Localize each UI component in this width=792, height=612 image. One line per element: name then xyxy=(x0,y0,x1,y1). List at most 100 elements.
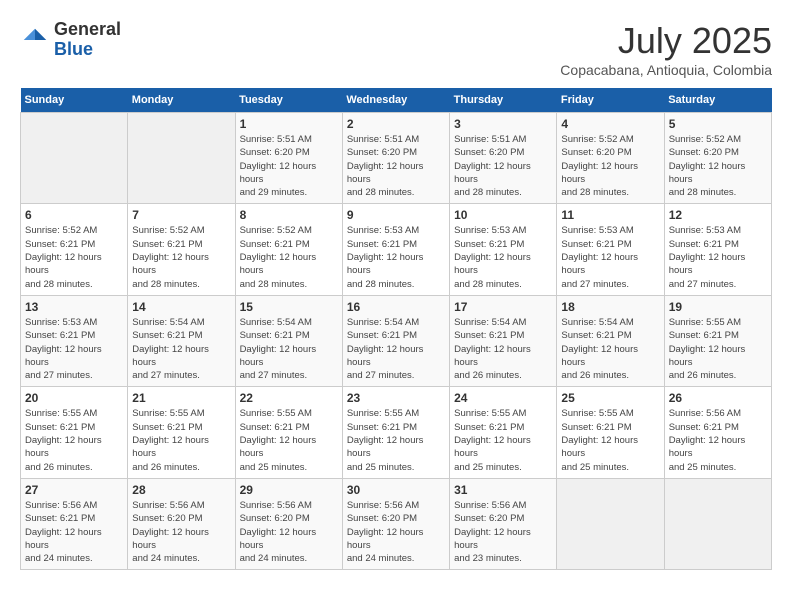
day-info: Sunrise: 5:53 AMSunset: 6:21 PMDaylight:… xyxy=(454,224,552,290)
calendar-body: 1Sunrise: 5:51 AMSunset: 6:20 PMDaylight… xyxy=(21,113,772,570)
calendar-cell: 30 Sunrise: 5:56 AMSunset: 6:20 PMDayligh… xyxy=(342,478,449,569)
calendar-cell: 31Sunrise: 5:56 AMSunset: 6:20 PMDayligh… xyxy=(450,478,557,569)
day-info: Sunrise: 5:53 AMSunset: 6:21 PMDaylight:… xyxy=(25,316,123,382)
day-number: 7 xyxy=(132,208,230,222)
day-number: 29 xyxy=(240,483,338,497)
calendar-cell: 11 Sunrise: 5:53 AMSunset: 6:21 PMDayligh… xyxy=(557,204,664,295)
day-number: 13 xyxy=(25,300,123,314)
calendar-week-row: 13 Sunrise: 5:53 AMSunset: 6:21 PMDayligh… xyxy=(21,295,772,386)
calendar-cell: 27Sunrise: 5:56 AMSunset: 6:21 PMDayligh… xyxy=(21,478,128,569)
day-number: 30 xyxy=(347,483,445,497)
calendar-cell: 10 Sunrise: 5:53 AMSunset: 6:21 PMDayligh… xyxy=(450,204,557,295)
day-info: Sunrise: 5:53 AMSunset: 6:21 PMDaylight:… xyxy=(347,224,445,290)
day-info: Sunrise: 5:55 AMSunset: 6:21 PMDaylight:… xyxy=(132,407,230,473)
day-info: Sunrise: 5:56 AMSunset: 6:21 PMDaylight:… xyxy=(25,499,123,565)
logo-blue-text: Blue xyxy=(54,40,121,60)
calendar-cell xyxy=(21,113,128,204)
day-info: Sunrise: 5:53 AMSunset: 6:21 PMDaylight:… xyxy=(669,224,767,290)
weekday-header: Wednesday xyxy=(342,88,449,113)
weekday-header: Sunday xyxy=(21,88,128,113)
day-info: Sunrise: 5:52 AMSunset: 6:21 PMDaylight:… xyxy=(25,224,123,290)
day-info: Sunrise: 5:55 AMSunset: 6:21 PMDaylight:… xyxy=(25,407,123,473)
weekday-header: Saturday xyxy=(664,88,771,113)
calendar-week-row: 6 Sunrise: 5:52 AMSunset: 6:21 PMDaylight… xyxy=(21,204,772,295)
calendar-cell: 4 Sunrise: 5:52 AMSunset: 6:20 PMDaylight… xyxy=(557,113,664,204)
day-number: 10 xyxy=(454,208,552,222)
weekday-header: Monday xyxy=(128,88,235,113)
month-title: July 2025 xyxy=(560,20,772,62)
calendar-cell xyxy=(128,113,235,204)
logo: General Blue xyxy=(20,20,121,60)
day-number: 4 xyxy=(561,117,659,131)
day-info: Sunrise: 5:51 AMSunset: 6:20 PMDaylight:… xyxy=(454,133,552,199)
calendar-header: SundayMondayTuesdayWednesdayThursdayFrid… xyxy=(21,88,772,113)
day-info: Sunrise: 5:52 AMSunset: 6:21 PMDaylight:… xyxy=(240,224,338,290)
day-number: 5 xyxy=(669,117,767,131)
day-number: 17 xyxy=(454,300,552,314)
day-info: Sunrise: 5:55 AMSunset: 6:21 PMDaylight:… xyxy=(561,407,659,473)
calendar-cell: 3 Sunrise: 5:51 AMSunset: 6:20 PMDaylight… xyxy=(450,113,557,204)
title-block: July 2025 Copacabana, Antioquia, Colombi… xyxy=(560,20,772,78)
calendar-cell: 16 Sunrise: 5:54 AMSunset: 6:21 PMDayligh… xyxy=(342,295,449,386)
day-info: Sunrise: 5:51 AMSunset: 6:20 PMDaylight:… xyxy=(240,133,338,199)
weekday-row: SundayMondayTuesdayWednesdayThursdayFrid… xyxy=(21,88,772,113)
calendar-cell: 12 Sunrise: 5:53 AMSunset: 6:21 PMDayligh… xyxy=(664,204,771,295)
day-number: 14 xyxy=(132,300,230,314)
day-number: 15 xyxy=(240,300,338,314)
calendar-cell: 19Sunrise: 5:55 AMSunset: 6:21 PMDayligh… xyxy=(664,295,771,386)
day-info: Sunrise: 5:52 AMSunset: 6:20 PMDaylight:… xyxy=(561,133,659,199)
calendar-cell: 15Sunrise: 5:54 AMSunset: 6:21 PMDayligh… xyxy=(235,295,342,386)
location: Copacabana, Antioquia, Colombia xyxy=(560,62,772,78)
day-info: Sunrise: 5:54 AMSunset: 6:21 PMDaylight:… xyxy=(561,316,659,382)
calendar-cell: 21Sunrise: 5:55 AMSunset: 6:21 PMDayligh… xyxy=(128,387,235,478)
day-info: Sunrise: 5:56 AMSunset: 6:20 PMDaylight:… xyxy=(240,499,338,565)
day-number: 22 xyxy=(240,391,338,405)
day-number: 11 xyxy=(561,208,659,222)
day-info: Sunrise: 5:54 AMSunset: 6:21 PMDaylight:… xyxy=(132,316,230,382)
day-number: 3 xyxy=(454,117,552,131)
calendar-cell: 26 Sunrise: 5:56 AMSunset: 6:21 PMDayligh… xyxy=(664,387,771,478)
day-info: Sunrise: 5:51 AMSunset: 6:20 PMDaylight:… xyxy=(347,133,445,199)
calendar-cell: 23 Sunrise: 5:55 AMSunset: 6:21 PMDayligh… xyxy=(342,387,449,478)
calendar-cell: 2Sunrise: 5:51 AMSunset: 6:20 PMDaylight… xyxy=(342,113,449,204)
day-info: Sunrise: 5:54 AMSunset: 6:21 PMDaylight:… xyxy=(347,316,445,382)
calendar-cell: 5Sunrise: 5:52 AMSunset: 6:20 PMDaylight… xyxy=(664,113,771,204)
day-info: Sunrise: 5:55 AMSunset: 6:21 PMDaylight:… xyxy=(347,407,445,473)
calendar-cell xyxy=(557,478,664,569)
logo-icon xyxy=(20,25,50,55)
day-number: 23 xyxy=(347,391,445,405)
calendar-cell xyxy=(664,478,771,569)
calendar-cell: 24Sunrise: 5:55 AMSunset: 6:21 PMDayligh… xyxy=(450,387,557,478)
calendar-week-row: 20 Sunrise: 5:55 AMSunset: 6:21 PMDayligh… xyxy=(21,387,772,478)
day-number: 16 xyxy=(347,300,445,314)
weekday-header: Friday xyxy=(557,88,664,113)
day-number: 31 xyxy=(454,483,552,497)
day-number: 6 xyxy=(25,208,123,222)
weekday-header: Tuesday xyxy=(235,88,342,113)
day-number: 9 xyxy=(347,208,445,222)
calendar-cell: 14 Sunrise: 5:54 AMSunset: 6:21 PMDayligh… xyxy=(128,295,235,386)
day-info: Sunrise: 5:56 AMSunset: 6:20 PMDaylight:… xyxy=(347,499,445,565)
calendar-week-row: 1Sunrise: 5:51 AMSunset: 6:20 PMDaylight… xyxy=(21,113,772,204)
day-number: 20 xyxy=(25,391,123,405)
day-info: Sunrise: 5:54 AMSunset: 6:21 PMDaylight:… xyxy=(454,316,552,382)
day-info: Sunrise: 5:53 AMSunset: 6:21 PMDaylight:… xyxy=(561,224,659,290)
calendar-cell: 13 Sunrise: 5:53 AMSunset: 6:21 PMDayligh… xyxy=(21,295,128,386)
day-number: 25 xyxy=(561,391,659,405)
day-number: 28 xyxy=(132,483,230,497)
day-info: Sunrise: 5:56 AMSunset: 6:21 PMDaylight:… xyxy=(669,407,767,473)
calendar-cell: 6 Sunrise: 5:52 AMSunset: 6:21 PMDaylight… xyxy=(21,204,128,295)
calendar-cell: 29 Sunrise: 5:56 AMSunset: 6:20 PMDayligh… xyxy=(235,478,342,569)
calendar-cell: 22Sunrise: 5:55 AMSunset: 6:21 PMDayligh… xyxy=(235,387,342,478)
day-number: 18 xyxy=(561,300,659,314)
logo-text: General Blue xyxy=(54,20,121,60)
day-number: 24 xyxy=(454,391,552,405)
day-info: Sunrise: 5:56 AMSunset: 6:20 PMDaylight:… xyxy=(132,499,230,565)
weekday-header: Thursday xyxy=(450,88,557,113)
calendar-cell: 18 Sunrise: 5:54 AMSunset: 6:21 PMDayligh… xyxy=(557,295,664,386)
calendar-cell: 1Sunrise: 5:51 AMSunset: 6:20 PMDaylight… xyxy=(235,113,342,204)
day-number: 26 xyxy=(669,391,767,405)
calendar-cell: 7Sunrise: 5:52 AMSunset: 6:21 PMDaylight… xyxy=(128,204,235,295)
day-number: 8 xyxy=(240,208,338,222)
day-number: 12 xyxy=(669,208,767,222)
